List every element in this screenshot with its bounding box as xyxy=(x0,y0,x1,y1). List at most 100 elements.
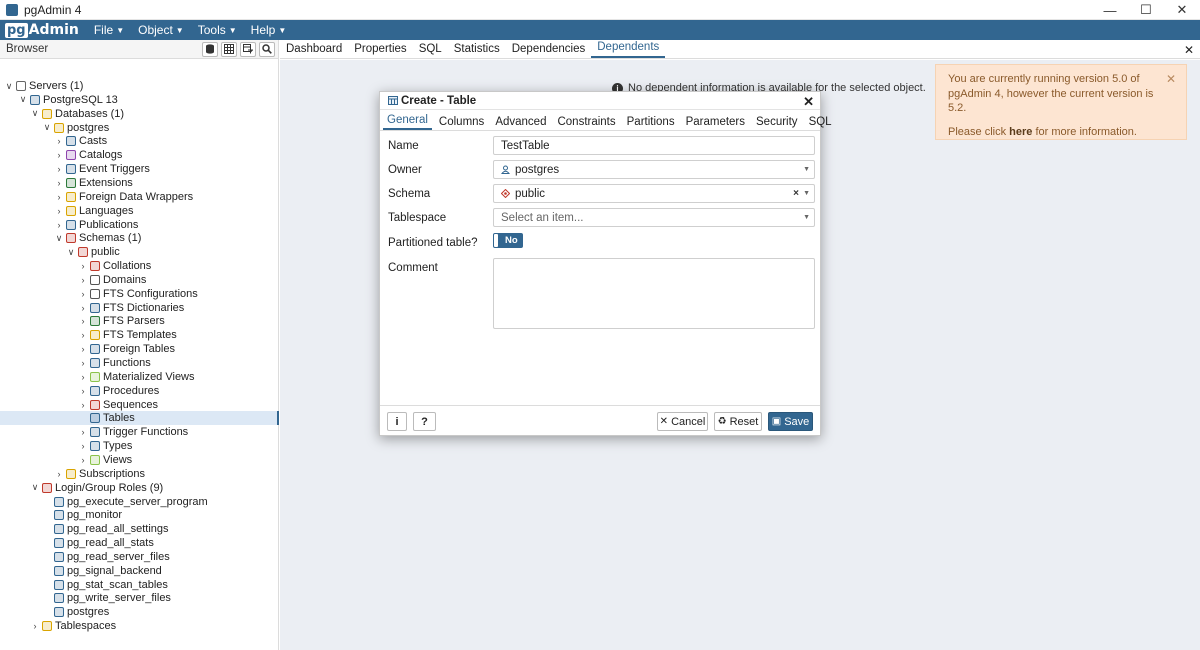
partitioned-toggle[interactable]: No xyxy=(493,233,523,248)
tree-node[interactable]: postgres xyxy=(0,605,279,619)
save-button[interactable]: ▣ Save xyxy=(768,412,813,431)
chevron-right-icon[interactable]: › xyxy=(78,261,88,271)
dialog-tab-columns[interactable]: Columns xyxy=(435,116,488,130)
tree-node[interactable]: › Functions xyxy=(0,356,279,370)
chevron-down-icon[interactable]: ∨ xyxy=(30,482,40,493)
tree-node[interactable]: ∨ Servers (1) xyxy=(0,79,279,93)
tree-node[interactable]: pg_write_server_files xyxy=(0,591,279,605)
chevron-right-icon[interactable]: › xyxy=(54,136,64,146)
tree-node[interactable]: pg_read_server_files xyxy=(0,550,279,564)
chevron-right-icon[interactable]: › xyxy=(78,344,88,354)
tree-node[interactable]: › Extensions xyxy=(0,176,279,190)
dialog-tab-partitions[interactable]: Partitions xyxy=(623,116,679,130)
tree-node[interactable]: ∨ postgres xyxy=(0,121,279,135)
tab-statistics[interactable]: Statistics xyxy=(448,40,506,58)
dialog-tab-sql[interactable]: SQL xyxy=(805,116,836,130)
chevron-right-icon[interactable]: › xyxy=(54,178,64,188)
reset-button[interactable]: ♻ Reset xyxy=(714,412,762,431)
tree-node[interactable]: › FTS Templates xyxy=(0,328,279,342)
dialog-tab-parameters[interactable]: Parameters xyxy=(682,116,749,130)
chevron-right-icon[interactable]: › xyxy=(78,275,88,285)
tree-node[interactable]: pg_execute_server_program xyxy=(0,495,279,509)
chevron-right-icon[interactable]: › xyxy=(54,150,64,160)
info-button[interactable]: i xyxy=(387,412,407,431)
chevron-right-icon[interactable]: › xyxy=(78,289,88,299)
minimize-button[interactable]: — xyxy=(1092,0,1128,20)
query-tool-button[interactable] xyxy=(202,41,218,57)
chevron-right-icon[interactable]: › xyxy=(78,400,88,410)
chevron-down-icon[interactable]: ∨ xyxy=(4,81,14,92)
dialog-tab-advanced[interactable]: Advanced xyxy=(491,116,550,130)
tree-node[interactable]: ∨ public xyxy=(0,245,279,259)
tab-dependents[interactable]: Dependents xyxy=(591,40,666,58)
tree-node[interactable]: Tables xyxy=(0,411,279,426)
tab-dashboard[interactable]: Dashboard xyxy=(280,40,348,58)
search-objects-button[interactable] xyxy=(259,41,275,57)
tree-node[interactable]: › FTS Configurations xyxy=(0,287,279,301)
notification-link[interactable]: here xyxy=(1009,126,1032,138)
tree-node[interactable]: › Subscriptions xyxy=(0,467,279,481)
schema-select[interactable]: public × ▼ xyxy=(493,184,815,203)
chevron-right-icon[interactable]: › xyxy=(54,220,64,230)
comment-textarea[interactable] xyxy=(493,258,815,329)
tree-node[interactable]: › Domains xyxy=(0,273,279,287)
tree-node[interactable]: › Foreign Data Wrappers xyxy=(0,190,279,204)
chevron-down-icon[interactable]: ∨ xyxy=(42,122,52,133)
chevron-down-icon[interactable]: ∨ xyxy=(18,94,28,105)
chevron-right-icon[interactable]: › xyxy=(78,455,88,465)
tree-node[interactable]: pg_read_all_stats xyxy=(0,536,279,550)
tab-dependencies[interactable]: Dependencies xyxy=(506,40,592,58)
close-icon[interactable]: ✕ xyxy=(1166,72,1176,87)
tab-properties[interactable]: Properties xyxy=(348,40,412,58)
chevron-right-icon[interactable]: › xyxy=(78,330,88,340)
tablespace-select[interactable]: Select an item... ▼ xyxy=(493,208,815,227)
tree-node[interactable]: pg_signal_backend xyxy=(0,564,279,578)
tree-node[interactable]: › Publications xyxy=(0,218,279,232)
chevron-right-icon[interactable]: › xyxy=(78,427,88,437)
chevron-down-icon[interactable]: ∨ xyxy=(66,247,76,258)
dialog-tab-constraints[interactable]: Constraints xyxy=(553,116,619,130)
chevron-down-icon[interactable]: ∨ xyxy=(54,233,64,244)
chevron-right-icon[interactable]: › xyxy=(78,316,88,326)
chevron-right-icon[interactable]: › xyxy=(54,469,64,479)
tree-node[interactable]: › Trigger Functions xyxy=(0,425,279,439)
view-data-button[interactable] xyxy=(221,41,237,57)
tree-node[interactable]: ∨ Databases (1) xyxy=(0,107,279,121)
menu-file[interactable]: File ▼ xyxy=(94,23,124,37)
tree-node[interactable]: › Collations xyxy=(0,259,279,273)
chevron-right-icon[interactable]: › xyxy=(78,386,88,396)
chevron-right-icon[interactable]: › xyxy=(54,164,64,174)
tree-node[interactable]: › Sequences xyxy=(0,398,279,412)
tree-node[interactable]: › Event Triggers xyxy=(0,162,279,176)
tree-node[interactable]: › Materialized Views xyxy=(0,370,279,384)
menu-tools[interactable]: Tools ▼ xyxy=(198,23,237,37)
dialog-tab-general[interactable]: General xyxy=(383,114,432,130)
tree-node[interactable]: pg_monitor xyxy=(0,508,279,522)
dialog-close-icon[interactable]: ✕ xyxy=(803,94,814,110)
filter-rows-button[interactable] xyxy=(240,41,256,57)
chevron-right-icon[interactable]: › xyxy=(78,358,88,368)
owner-select[interactable]: postgres ▼ xyxy=(493,160,815,179)
tree-node[interactable]: pg_stat_scan_tables xyxy=(0,578,279,592)
tree-node[interactable]: ∨ Schemas (1) xyxy=(0,231,279,245)
chevron-right-icon[interactable]: › xyxy=(54,192,64,202)
tree-node[interactable]: › FTS Parsers xyxy=(0,314,279,328)
chevron-right-icon[interactable]: › xyxy=(78,372,88,382)
tree-node[interactable]: ∨ Login/Group Roles (9) xyxy=(0,481,279,495)
menu-help[interactable]: Help ▼ xyxy=(251,23,287,37)
chevron-right-icon[interactable]: › xyxy=(30,621,40,631)
tab-sql[interactable]: SQL xyxy=(413,40,448,58)
tree-node[interactable]: › FTS Dictionaries xyxy=(0,301,279,315)
dialog-tab-security[interactable]: Security xyxy=(752,116,802,130)
chevron-down-icon[interactable]: ∨ xyxy=(30,108,40,119)
tree-node[interactable]: › Procedures xyxy=(0,384,279,398)
chevron-right-icon[interactable]: › xyxy=(54,206,64,216)
cancel-button[interactable]: ✕ Cancel xyxy=(657,412,708,431)
help-button[interactable]: ? xyxy=(413,412,436,431)
tree-node[interactable]: › Casts xyxy=(0,134,279,148)
tree-node[interactable]: pg_read_all_settings xyxy=(0,522,279,536)
tree-node[interactable]: › Foreign Tables xyxy=(0,342,279,356)
tree-node[interactable]: › Languages xyxy=(0,204,279,218)
tree-node[interactable]: ∨ PostgreSQL 13 xyxy=(0,93,279,107)
tree-node[interactable]: › Views xyxy=(0,453,279,467)
